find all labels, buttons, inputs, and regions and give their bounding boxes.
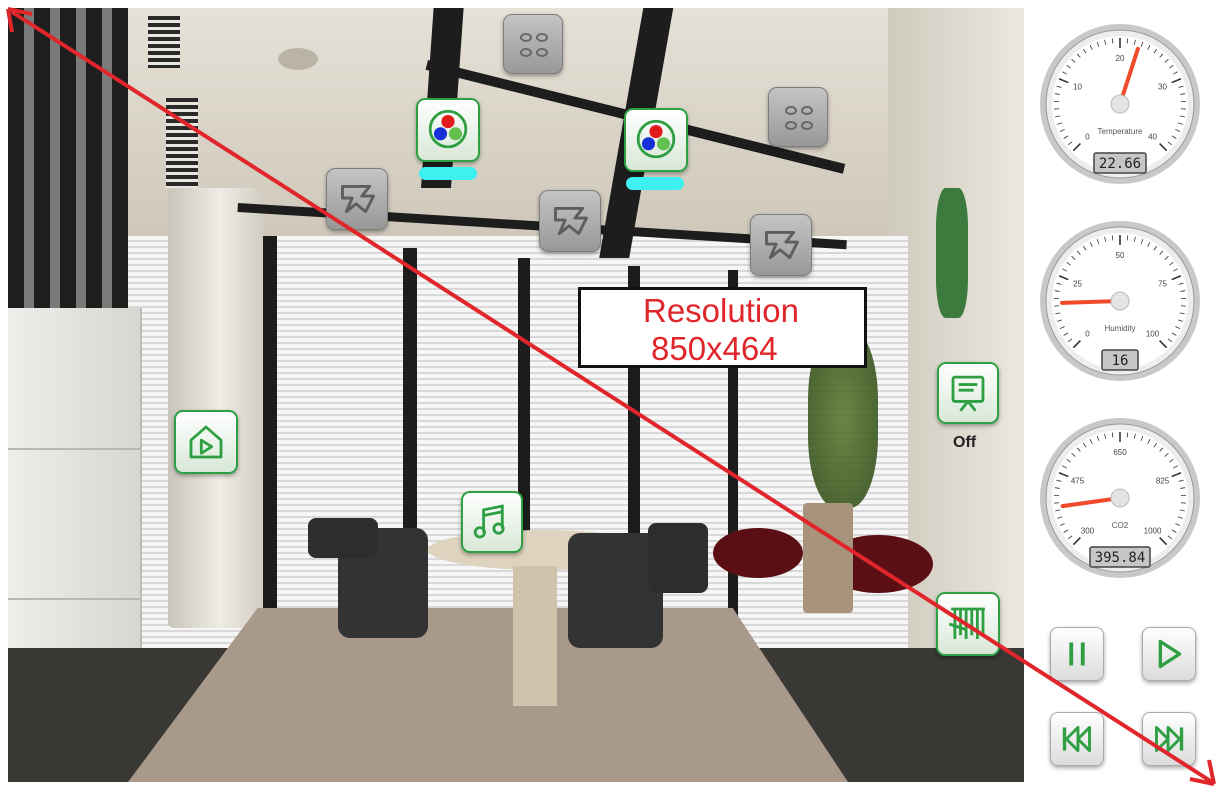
ceiling-spot-button-1[interactable]	[503, 14, 563, 74]
gauge-tick-label: 475	[1071, 476, 1085, 485]
play-button[interactable]	[1142, 627, 1196, 681]
gauge-name: Temperature	[1098, 127, 1143, 136]
gauge-tick-label: 50	[1116, 251, 1125, 260]
gauge-tick-label: 1000	[1144, 527, 1162, 536]
vent-icon	[554, 206, 588, 236]
blinds-button[interactable]	[936, 592, 1000, 656]
humidity-gauge: 0 25 50 75 100 Humidity 16	[1038, 219, 1202, 383]
temperature-gauge: 0 10 20 30 40 Temperature 22.66	[1038, 22, 1202, 186]
gauge-name: Humidity	[1104, 324, 1135, 333]
vent-icon	[765, 230, 799, 260]
home-play-icon	[189, 425, 223, 459]
gauge-tick-label: 25	[1073, 279, 1082, 288]
fast-forward-icon	[1155, 726, 1184, 752]
blinds-icon	[948, 607, 985, 639]
vent-button-2[interactable]	[539, 190, 601, 252]
gauge-value: 16	[1112, 353, 1129, 369]
home-button[interactable]	[174, 410, 238, 474]
ceiling-light-icon	[783, 104, 815, 132]
rewind-icon	[1062, 726, 1091, 752]
rgb-light-button-2[interactable]	[624, 108, 688, 172]
resolution-title: Resolution	[643, 292, 799, 329]
projector-screen-button[interactable]	[937, 362, 999, 424]
gauge-tick-label: 10	[1073, 82, 1082, 91]
gauge-tick-label: 300	[1081, 527, 1095, 536]
resolution-label: Resolution 850x464	[578, 287, 867, 368]
resolution-value: 850x464	[651, 330, 778, 367]
gauge-value: 395.84	[1095, 550, 1146, 566]
co2-gauge: 300 475 650 825 1000 CO2 395.84	[1038, 416, 1202, 580]
gauge-tick-label: 0	[1085, 133, 1090, 142]
gauge-tick-label: 650	[1113, 448, 1127, 457]
gauge-tick-label: 100	[1146, 330, 1160, 339]
vent-button-3[interactable]	[750, 214, 812, 276]
fast-forward-button[interactable]	[1142, 712, 1196, 766]
gauge-tick-label: 30	[1158, 82, 1167, 91]
vent-button-1[interactable]	[326, 168, 388, 230]
rewind-button[interactable]	[1050, 712, 1104, 766]
pause-button[interactable]	[1050, 627, 1104, 681]
gauge-tick-label: 0	[1085, 330, 1090, 339]
projector-screen-icon	[951, 375, 985, 412]
room-photo	[8, 8, 1024, 782]
projector-screen-status: Off	[953, 434, 977, 451]
rgb-light-level-2	[626, 177, 684, 190]
gauge-tick-label: 825	[1156, 476, 1170, 485]
gauge-name: CO2	[1112, 521, 1129, 530]
ceiling-light-icon	[518, 31, 550, 59]
gauge-value: 22.66	[1099, 156, 1141, 172]
vent-icon	[341, 184, 375, 214]
music-icon	[473, 504, 505, 539]
ceiling-spot-button-2[interactable]	[768, 87, 828, 147]
gauge-tick-label: 40	[1148, 133, 1157, 142]
gauge-tick-label: 20	[1116, 54, 1125, 63]
gauge-tick-label: 75	[1158, 279, 1167, 288]
rgb-light-icon	[636, 119, 676, 159]
play-icon	[1158, 639, 1182, 669]
rgb-light-level-1	[419, 167, 477, 180]
music-button[interactable]	[461, 491, 523, 553]
rgb-light-button-1[interactable]	[416, 98, 480, 162]
pause-icon	[1069, 642, 1085, 666]
rgb-light-icon	[428, 109, 468, 149]
